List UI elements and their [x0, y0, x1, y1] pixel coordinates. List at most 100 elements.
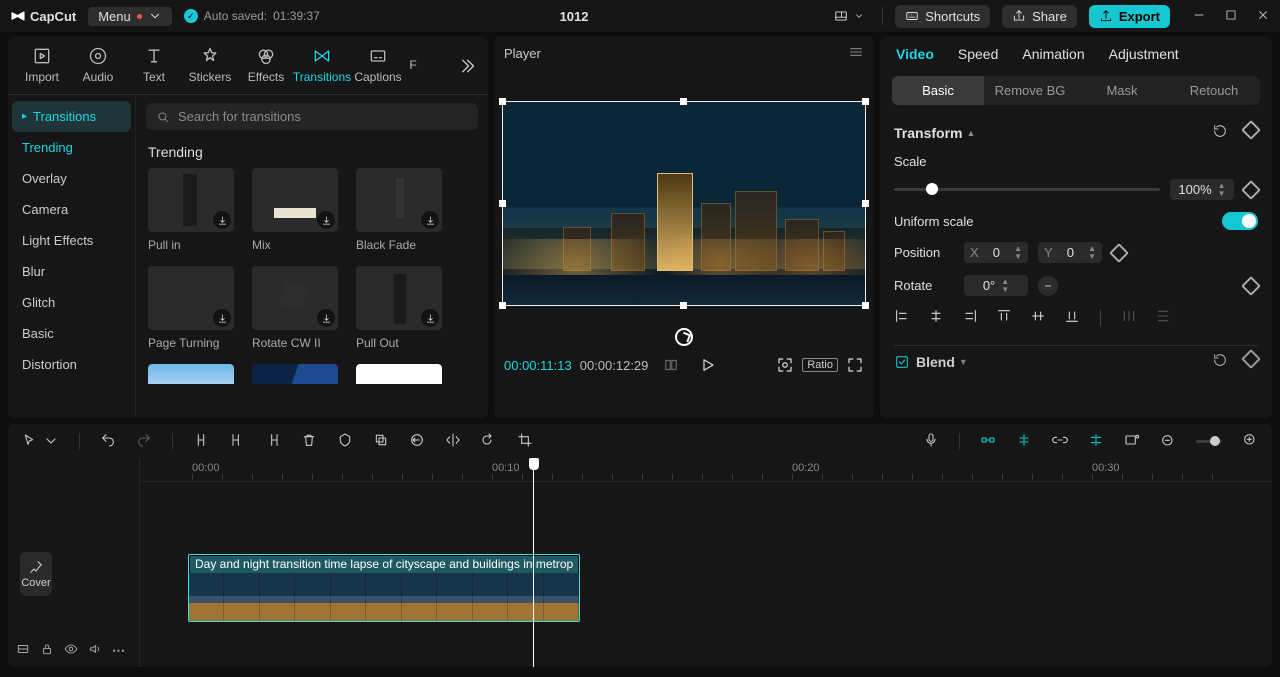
- preview-axis[interactable]: [1088, 432, 1104, 451]
- tab-import[interactable]: Import: [14, 40, 70, 94]
- split-right[interactable]: [265, 432, 281, 451]
- transition-item-peek[interactable]: [356, 364, 442, 384]
- sidebar-tab-transitions[interactable]: ▸Transitions: [12, 101, 131, 132]
- align-left[interactable]: [894, 308, 910, 327]
- share-button[interactable]: Share: [1002, 5, 1077, 28]
- zoom-out[interactable]: [1160, 433, 1176, 449]
- window-close[interactable]: [1256, 8, 1270, 25]
- transition-item-peek[interactable]: [148, 364, 234, 384]
- subtab-basic[interactable]: Basic: [892, 76, 984, 105]
- sidebar-item-blur[interactable]: Blur: [12, 256, 131, 287]
- subtab-mask[interactable]: Mask: [1076, 76, 1168, 105]
- sidebar-item-overlay[interactable]: Overlay: [12, 163, 131, 194]
- redo-button[interactable]: [136, 432, 152, 451]
- crop-button[interactable]: [373, 432, 389, 451]
- split-left[interactable]: [229, 432, 245, 451]
- playhead[interactable]: [533, 458, 534, 667]
- magnet-main[interactable]: [980, 432, 996, 451]
- scale-value[interactable]: 100%▲▼: [1170, 179, 1234, 200]
- subtab-retouch[interactable]: Retouch: [1168, 76, 1260, 105]
- video-clip[interactable]: Day and night transition time lapse of c…: [188, 554, 580, 622]
- undo-button[interactable]: [100, 432, 116, 451]
- magnet-track[interactable]: [1016, 432, 1032, 451]
- scale-slider[interactable]: [894, 188, 1160, 191]
- sidebar-item-light-effects[interactable]: Light Effects: [12, 225, 131, 256]
- sidebar-item-glitch[interactable]: Glitch: [12, 287, 131, 318]
- transition-item[interactable]: Pull in: [148, 168, 234, 252]
- tab-audio[interactable]: Audio: [70, 40, 126, 94]
- tl-mute[interactable]: [88, 642, 102, 659]
- tab-speed[interactable]: Speed: [958, 46, 998, 62]
- mic-button[interactable]: [923, 432, 939, 451]
- align-bottom[interactable]: [1064, 308, 1080, 327]
- window-minimize[interactable]: [1192, 8, 1206, 25]
- tab-more-f[interactable]: F: [406, 52, 420, 82]
- tab-text[interactable]: Text: [126, 40, 182, 94]
- export-button[interactable]: Export: [1089, 5, 1170, 28]
- crop2-button[interactable]: [517, 432, 533, 451]
- compare-icon[interactable]: [662, 356, 680, 374]
- tl-visibility[interactable]: [64, 642, 78, 659]
- transition-item-peek[interactable]: [252, 364, 338, 384]
- shortcuts-button[interactable]: Shortcuts: [895, 5, 990, 28]
- rotate-value[interactable]: 0°▲▼: [964, 275, 1028, 296]
- position-y[interactable]: Y0▲▼: [1038, 242, 1102, 263]
- keyframe-blend[interactable]: [1244, 352, 1258, 371]
- align-vcenter[interactable]: [1030, 308, 1046, 327]
- sidebar-item-trending[interactable]: Trending: [12, 132, 131, 163]
- player-menu[interactable]: [848, 44, 864, 63]
- tab-animation[interactable]: Animation: [1022, 46, 1084, 62]
- zoom-in[interactable]: [1242, 432, 1258, 451]
- play-button[interactable]: [698, 356, 716, 374]
- project-title[interactable]: 1012: [332, 9, 816, 24]
- sidebar-item-camera[interactable]: Camera: [12, 194, 131, 225]
- sidebar-item-distortion[interactable]: Distortion: [12, 349, 131, 380]
- keyframe-transform[interactable]: [1244, 123, 1258, 142]
- keyframe-rotate[interactable]: [1244, 279, 1258, 293]
- timeline-ruler[interactable]: 00:00 00:10 00:20 00:30: [140, 458, 1272, 482]
- tab-adjustment[interactable]: Adjustment: [1109, 46, 1179, 62]
- transition-item[interactable]: Rotate CW II: [252, 266, 338, 350]
- reset-blend[interactable]: [1212, 352, 1228, 371]
- tab-video[interactable]: Video: [896, 46, 934, 62]
- selection-tool[interactable]: [22, 433, 59, 449]
- cover-button[interactable]: Cover: [20, 552, 52, 596]
- sidebar-item-basic[interactable]: Basic: [12, 318, 131, 349]
- reverse-button[interactable]: [409, 432, 425, 451]
- tab-stickers[interactable]: Stickers: [182, 40, 238, 94]
- align-right[interactable]: [962, 308, 978, 327]
- tl-collapse[interactable]: [16, 642, 30, 659]
- search-input[interactable]: Search for transitions: [146, 103, 478, 130]
- position-x[interactable]: X0▲▼: [964, 242, 1028, 263]
- fullscreen-button[interactable]: [846, 356, 864, 374]
- tab-captions[interactable]: Captions: [350, 40, 406, 94]
- transition-item[interactable]: Page Turning: [148, 266, 234, 350]
- tabs-overflow[interactable]: [450, 56, 482, 79]
- keyframe-scale[interactable]: [1244, 183, 1258, 197]
- delete-button[interactable]: [301, 432, 317, 451]
- align-hcenter[interactable]: [928, 308, 944, 327]
- window-maximize[interactable]: [1224, 8, 1238, 25]
- reset-transform[interactable]: [1212, 123, 1228, 142]
- split-button[interactable]: [193, 432, 209, 451]
- align-top[interactable]: [996, 308, 1012, 327]
- transition-item[interactable]: Mix: [252, 168, 338, 252]
- rotate-handle[interactable]: [494, 306, 874, 346]
- keyframe-position[interactable]: [1112, 246, 1126, 260]
- rotate-button[interactable]: [481, 432, 497, 451]
- mirror-button[interactable]: [445, 432, 461, 451]
- uniform-scale-toggle[interactable]: [1222, 212, 1258, 230]
- tl-lock[interactable]: [40, 642, 54, 659]
- layout-button[interactable]: [828, 5, 870, 27]
- tl-more[interactable]: ⋯: [112, 643, 126, 659]
- tab-transitions[interactable]: Transitions: [294, 40, 350, 94]
- tab-effects[interactable]: Effects: [238, 40, 294, 94]
- transition-item[interactable]: Black Fade: [356, 168, 442, 252]
- subtab-remove-bg[interactable]: Remove BG: [984, 76, 1076, 105]
- marker-button[interactable]: [337, 432, 353, 451]
- rotate-reset[interactable]: −: [1038, 276, 1058, 296]
- preview-canvas[interactable]: [502, 101, 866, 306]
- link-button[interactable]: [1052, 432, 1068, 451]
- ratio-button[interactable]: Ratio: [802, 358, 838, 372]
- scale-to-fit[interactable]: [776, 356, 794, 374]
